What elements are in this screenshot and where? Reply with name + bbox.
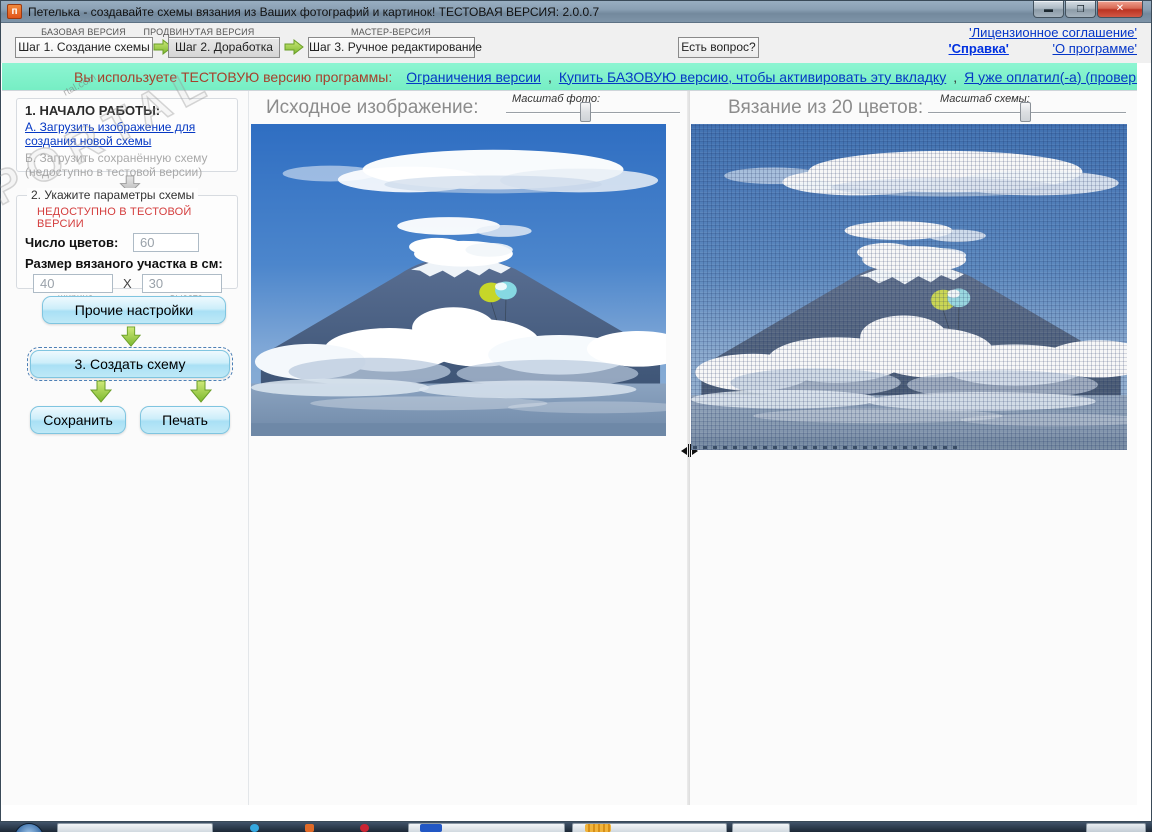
taskbar (0, 822, 1152, 832)
create-scheme-button[interactable]: 3. Создать схему (27, 347, 233, 381)
help-link[interactable]: 'Справка' (949, 41, 1009, 56)
height-input[interactable] (141, 274, 222, 293)
separator: , (953, 68, 958, 85)
minimize-button[interactable]: ▬ (1033, 1, 1064, 18)
down-arrow-green-icon (121, 326, 141, 347)
app-window: п Петелька - создавайте схемы вязания из… (0, 0, 1152, 822)
start-work-title: 1. НАЧАЛО РАБОТЫ: (25, 103, 161, 118)
start-orb-icon[interactable] (14, 823, 44, 832)
scheme-params-title: 2. Укажите параметры схемы (27, 188, 199, 202)
trial-banner: Вы используете ТЕСТОВУЮ версию программы… (2, 63, 1137, 90)
titlebar: п Петелька - создавайте схемы вязания из… (1, 1, 1151, 23)
version-limits-link[interactable]: Ограничения версии (406, 69, 541, 85)
photo-scale-slider-track[interactable] (506, 112, 680, 114)
sidebar: 1. НАЧАЛО РАБОТЫ: А. Загрузить изображен… (9, 91, 249, 806)
taskbar-app-icon[interactable] (585, 824, 611, 832)
mountain-photo (251, 124, 666, 436)
partial-stitch-row (693, 446, 964, 449)
step-arrow-icon (284, 39, 304, 55)
result-panel-title: Вязание из 20 цветов: (728, 97, 924, 118)
taskbar-app-icon[interactable] (305, 824, 314, 832)
mountain-scheme (691, 124, 1127, 450)
tab-step3-manual-edit[interactable]: Шаг 3. Ручное редактирование (308, 37, 482, 58)
taskbar-app-icon[interactable] (360, 824, 369, 832)
colors-count-label: Число цветов: (25, 235, 119, 250)
license-agreement-link[interactable]: 'Лицензионное соглашение' (969, 25, 1137, 40)
start-work-groupbox: 1. НАЧАЛО РАБОТЫ: А. Загрузить изображен… (16, 98, 238, 179)
x-separator: X (123, 276, 132, 291)
down-arrow-green-icon (190, 380, 212, 403)
about-link[interactable]: 'О программе' (1053, 41, 1138, 56)
tab-strip: БАЗОВАЯ ВЕРСИЯ ПРОДВИНУТАЯ ВЕРСИЯ МАСТЕР… (1, 23, 1151, 63)
buy-basic-version-link[interactable]: Купить БАЗОВУЮ версию, чтобы активироват… (559, 69, 946, 85)
restore-button[interactable]: ❐ (1065, 1, 1096, 18)
save-button[interactable]: Сохранить (30, 406, 126, 434)
taskbar-app-icon[interactable] (420, 824, 442, 832)
colors-count-input[interactable] (133, 233, 199, 252)
scheme-params-groupbox: 2. Укажите параметры схемы НЕДОСТУПНО В … (16, 188, 238, 304)
load-image-link[interactable]: А. Загрузить изображение для создания но… (25, 120, 229, 148)
scheme-scale-label: Масштаб схемы: (940, 93, 1030, 105)
taskbar-window-button[interactable] (732, 823, 790, 832)
taskbar-tray[interactable] (1086, 823, 1146, 832)
tab-step2-refine[interactable]: Шаг 2. Доработка (168, 37, 280, 58)
scheme-scale-slider-thumb[interactable] (1020, 102, 1031, 122)
window-bottom-frame (1, 805, 1151, 821)
edition-label-master: МАСТЕР-ВЕРСИЯ (351, 27, 431, 37)
skype-icon[interactable] (250, 824, 259, 832)
tab-step1-create-scheme[interactable]: Шаг 1. Создание схемы (15, 37, 153, 58)
source-panel-title: Исходное изображение: (266, 97, 479, 118)
trial-message: Вы используете ТЕСТОВУЮ версию программы… (74, 68, 393, 85)
knitting-scheme-image[interactable] (691, 124, 1127, 450)
already-paid-link[interactable]: Я уже оплатил(-а) (проверка (964, 69, 1137, 85)
have-question-button[interactable]: Есть вопрос? (678, 37, 759, 58)
taskbar-window-button[interactable] (57, 823, 213, 832)
photo-scale-slider-thumb[interactable] (580, 102, 591, 122)
print-button[interactable]: Печать (140, 406, 230, 434)
knit-size-label: Размер вязаного участка в см: (25, 256, 223, 271)
client-area: 1. НАЧАЛО РАБОТЫ: А. Загрузить изображен… (2, 90, 1137, 806)
trial-unavailable-warning: НЕДОСТУПНО В ТЕСТОВОЙ ВЕРСИИ (37, 206, 192, 230)
other-settings-button[interactable]: Прочие настройки (42, 296, 226, 324)
window-title: Петелька - создавайте схемы вязания из В… (28, 4, 600, 19)
separator: , (547, 68, 552, 85)
edition-label-advanced: ПРОДВИНУТАЯ ВЕРСИЯ (143, 27, 255, 37)
width-input[interactable] (33, 274, 113, 293)
source-image[interactable] (251, 124, 666, 436)
app-icon: п (7, 4, 22, 19)
close-button[interactable]: ✕ (1097, 1, 1143, 18)
down-arrow-green-icon (90, 380, 112, 403)
